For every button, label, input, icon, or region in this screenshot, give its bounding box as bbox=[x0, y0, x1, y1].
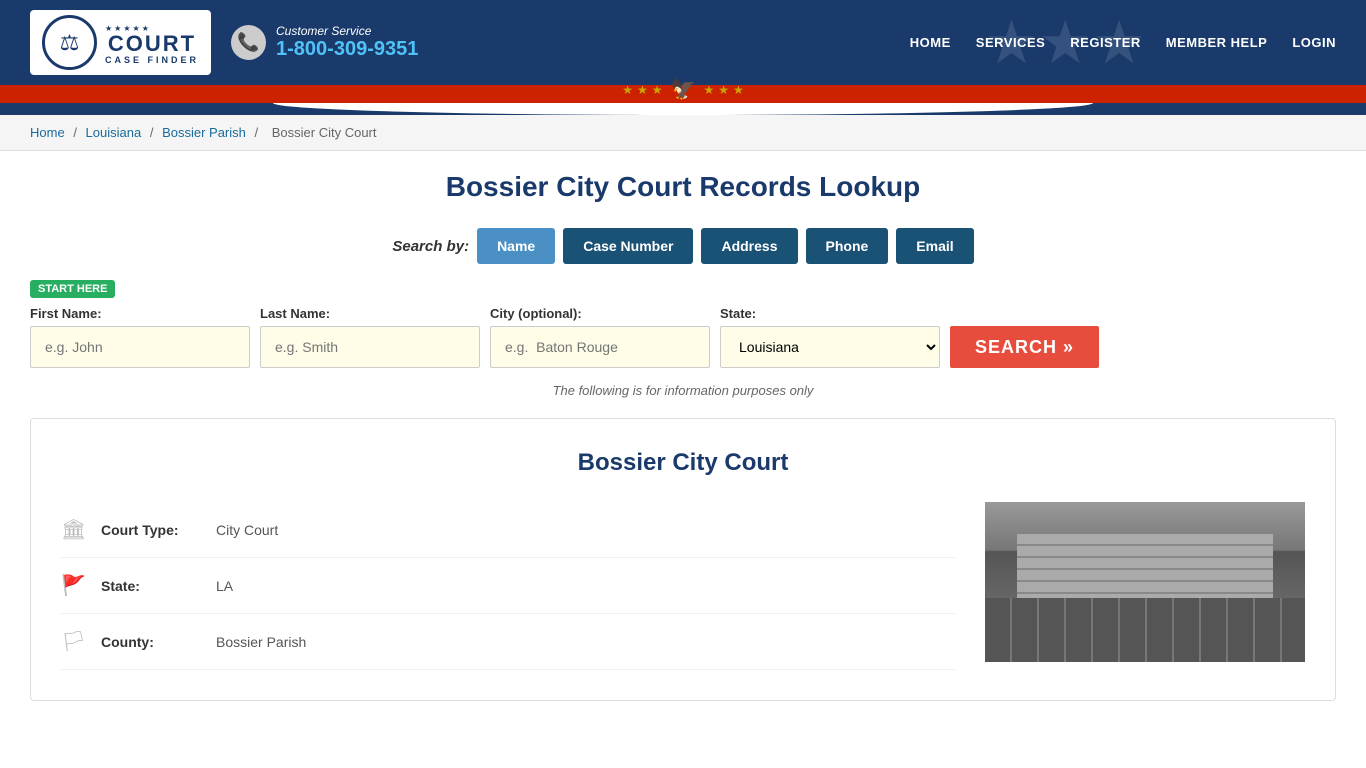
breadcrumb-louisiana[interactable]: Louisiana bbox=[86, 125, 142, 140]
phone-label: Customer Service bbox=[276, 24, 418, 38]
search-by-label: Search by: bbox=[392, 238, 469, 255]
breadcrumb-sep-1: / bbox=[73, 125, 80, 140]
nav-register[interactable]: REGISTER bbox=[1070, 35, 1140, 50]
state-label: State: bbox=[720, 306, 940, 321]
court-type-icon: 🏛 bbox=[61, 517, 86, 542]
tab-email[interactable]: Email bbox=[896, 228, 973, 264]
county-row: 🏳 County: Bossier Parish bbox=[61, 614, 955, 670]
tab-case-number[interactable]: Case Number bbox=[563, 228, 693, 264]
city-input[interactable] bbox=[490, 326, 710, 368]
white-curve bbox=[273, 103, 1093, 115]
court-type-label: Court Type: bbox=[101, 522, 201, 538]
logo-text-block: ★★★★★ COURT CASE FINDER bbox=[105, 23, 199, 65]
first-name-input[interactable] bbox=[30, 326, 250, 368]
tab-address[interactable]: Address bbox=[701, 228, 797, 264]
last-name-label: Last Name: bbox=[260, 306, 480, 321]
court-card-title: Bossier City Court bbox=[61, 449, 1305, 477]
header-left: ⚖ ★★★★★ COURT CASE FINDER 📞 Customer Ser… bbox=[30, 10, 418, 75]
court-image bbox=[985, 502, 1305, 662]
breadcrumb: Home / Louisiana / Bossier Parish / Boss… bbox=[0, 115, 1366, 151]
court-type-row: 🏛 Court Type: City Court bbox=[61, 502, 955, 558]
county-icon: 🏳 bbox=[61, 629, 86, 654]
logo-icon: ⚖ bbox=[60, 30, 80, 56]
eagle-icon: 🦅 bbox=[671, 77, 696, 102]
logo-court-text: COURT bbox=[105, 33, 199, 55]
court-info-card: Bossier City Court 🏛 Court Type: City Co… bbox=[30, 418, 1336, 701]
banner-area: ★ ★ ★ 🦅 ★ ★ ★ bbox=[0, 85, 1366, 115]
breadcrumb-sep-3: / bbox=[255, 125, 262, 140]
main-content: Bossier City Court Records Lookup Search… bbox=[0, 151, 1366, 721]
search-button[interactable]: SEARCH » bbox=[950, 326, 1099, 368]
eagle-decoration: ★ ★ ★ 🦅 ★ ★ ★ bbox=[622, 77, 744, 102]
info-text: The following is for information purpose… bbox=[30, 383, 1336, 398]
state-label-row: State: bbox=[101, 578, 201, 594]
tab-phone[interactable]: Phone bbox=[806, 228, 889, 264]
red-stripe: ★ ★ ★ 🦅 ★ ★ ★ bbox=[0, 85, 1366, 103]
court-building-photo bbox=[985, 502, 1305, 662]
right-stars: ★ ★ ★ bbox=[703, 83, 743, 97]
left-stars: ★ ★ ★ bbox=[622, 83, 662, 97]
state-group: State: Louisiana Alabama Alaska Arizona … bbox=[720, 306, 940, 368]
phone-text: Customer Service 1-800-309-9351 bbox=[276, 24, 418, 61]
search-form-container: START HERE First Name: Last Name: City (… bbox=[30, 279, 1336, 368]
site-header: ★ ★ ★ ⚖ ★★★★★ COURT CASE FINDER 📞 bbox=[0, 0, 1366, 85]
main-nav: HOME SERVICES REGISTER MEMBER HELP LOGIN bbox=[910, 35, 1336, 50]
state-row: 🚩 State: LA bbox=[61, 558, 955, 614]
logo-circle: ⚖ bbox=[42, 15, 97, 70]
start-here-badge: START HERE bbox=[30, 280, 115, 298]
phone-icon: 📞 bbox=[231, 25, 266, 60]
county-value: Bossier Parish bbox=[216, 634, 306, 650]
state-value: LA bbox=[216, 578, 233, 594]
first-name-group: First Name: bbox=[30, 306, 250, 368]
last-name-input[interactable] bbox=[260, 326, 480, 368]
court-card-content: 🏛 Court Type: City Court 🚩 State: LA 🏳 C… bbox=[61, 502, 1305, 670]
page-title: Bossier City Court Records Lookup bbox=[30, 171, 1336, 203]
breadcrumb-home[interactable]: Home bbox=[30, 125, 65, 140]
court-type-value: City Court bbox=[216, 522, 278, 538]
breadcrumb-sep-2: / bbox=[150, 125, 157, 140]
logo[interactable]: ⚖ ★★★★★ COURT CASE FINDER bbox=[30, 10, 211, 75]
search-form: First Name: Last Name: City (optional): … bbox=[30, 306, 1336, 368]
tab-name[interactable]: Name bbox=[477, 228, 555, 264]
logo-casefinder-text: CASE FINDER bbox=[105, 55, 199, 65]
breadcrumb-bossier-parish[interactable]: Bossier Parish bbox=[162, 125, 246, 140]
nav-member-help[interactable]: MEMBER HELP bbox=[1166, 35, 1268, 50]
nav-services[interactable]: SERVICES bbox=[976, 35, 1046, 50]
state-select[interactable]: Louisiana Alabama Alaska Arizona Arkansa… bbox=[720, 326, 940, 368]
city-group: City (optional): bbox=[490, 306, 710, 368]
phone-number: 1-800-309-9351 bbox=[276, 38, 418, 61]
last-name-group: Last Name: bbox=[260, 306, 480, 368]
phone-section: 📞 Customer Service 1-800-309-9351 bbox=[231, 24, 418, 61]
city-label: City (optional): bbox=[490, 306, 710, 321]
nav-login[interactable]: LOGIN bbox=[1292, 35, 1336, 50]
state-icon: 🚩 bbox=[61, 573, 86, 598]
search-tabs-row: Search by: Name Case Number Address Phon… bbox=[30, 228, 1336, 264]
breadcrumb-current: Bossier City Court bbox=[272, 125, 377, 140]
nav-home[interactable]: HOME bbox=[910, 35, 951, 50]
county-label: County: bbox=[101, 634, 201, 650]
court-info-list: 🏛 Court Type: City Court 🚩 State: LA 🏳 C… bbox=[61, 502, 955, 670]
first-name-label: First Name: bbox=[30, 306, 250, 321]
